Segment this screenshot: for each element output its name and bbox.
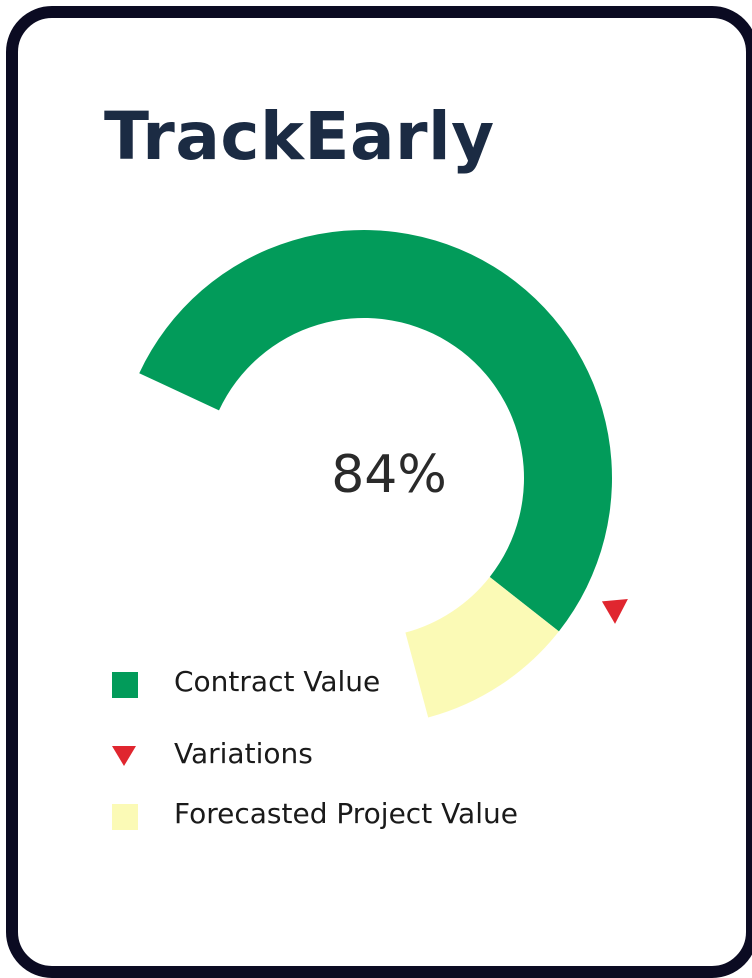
legend-item-forecasted-project-value: Forecasted Project Value: [0, 797, 600, 837]
contract-value-arc: [139, 229, 613, 632]
contract-value-swatch: [112, 672, 138, 698]
variations-triangle-icon: [112, 746, 136, 766]
gauge-center-value: 84%: [331, 445, 447, 505]
forecasted-value-swatch: [112, 804, 138, 830]
legend-label: Forecasted Project Value: [174, 797, 518, 830]
legend-item-variations: Variations: [0, 737, 600, 777]
legend-item-contract-value: Contract Value: [0, 665, 600, 705]
legend-label: Variations: [174, 737, 313, 770]
variations-marker: [601, 599, 628, 624]
legend-label: Contract Value: [174, 665, 381, 698]
